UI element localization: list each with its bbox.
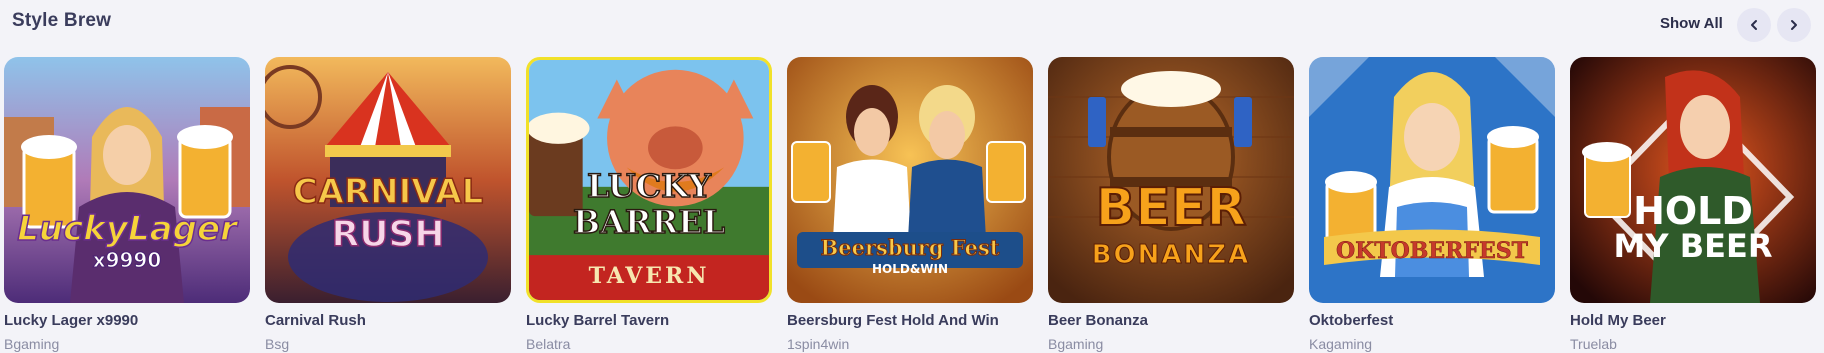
prev-button[interactable] (1737, 8, 1771, 42)
game-provider: 1spin4win (787, 336, 850, 352)
game-thumbnail[interactable]: OKTOBERFEST (1309, 57, 1555, 303)
game-card-beersburg-fest[interactable]: Beersburg Fest HOLD&WIN Beersburg Fest H… (787, 57, 1033, 352)
game-logo-text: BEER (1095, 178, 1248, 238)
game-card-lucky-barrel-tavern[interactable]: LUCKY BARREL TAVERN Lucky Barrel Tavern … (526, 57, 772, 352)
game-logo-text: CARNIVAL (292, 172, 484, 212)
game-logo-text: LUCKY (586, 167, 711, 205)
game-logo-subtext: MY BEER (1613, 227, 1773, 265)
game-logo-text: LuckyLager (16, 209, 237, 249)
game-provider: Truelab (1570, 336, 1617, 352)
game-title[interactable]: Hold My Beer (1570, 312, 1816, 329)
game-title[interactable]: Oktoberfest (1309, 312, 1555, 329)
game-provider: Bsg (265, 336, 290, 352)
game-title[interactable]: Beersburg Fest Hold And Win (787, 312, 1033, 329)
game-logo-subtext: BONANZA (1091, 240, 1251, 270)
game-title[interactable]: Lucky Lager x9990 (4, 312, 250, 329)
chevron-left-icon (1751, 20, 1757, 30)
game-thumbnail[interactable]: LuckyLager x9990 (4, 57, 250, 303)
game-thumbnail[interactable]: CARNIVAL RUSH (265, 57, 511, 303)
game-title[interactable]: Carnival Rush (265, 312, 511, 329)
section-title: Style Brew (12, 10, 112, 31)
game-provider: Bgaming (1048, 336, 1104, 352)
chevron-right-icon (1791, 20, 1797, 30)
game-provider: Belatra (526, 336, 571, 352)
game-logo-text: OKTOBERFEST (1335, 238, 1529, 264)
game-thumbnail[interactable]: BEER BONANZA (1048, 57, 1294, 303)
game-title[interactable]: Beer Bonanza (1048, 312, 1294, 329)
game-thumbnail[interactable]: HOLD MY BEER (1570, 57, 1816, 303)
game-logo-subtext-2: TAVERN (588, 263, 710, 289)
game-logo-subtext: x9990 (92, 248, 162, 272)
game-logo-text: HOLD (1633, 189, 1753, 233)
game-card-lucky-lager[interactable]: LuckyLager x9990 Lucky Lager x9990 Bgami… (4, 57, 250, 352)
game-logo-subtext: RUSH (331, 214, 446, 255)
game-card-oktoberfest[interactable]: OKTOBERFEST Oktoberfest Kagaming (1309, 57, 1555, 352)
game-thumbnail[interactable]: LUCKY BARREL TAVERN (526, 57, 772, 303)
game-logo-text: Beersburg Fest (820, 235, 1000, 260)
game-card-beer-bonanza[interactable]: BEER BONANZA Beer Bonanza Bgaming (1048, 57, 1294, 352)
next-button[interactable] (1777, 8, 1811, 42)
game-thumbnail[interactable]: Beersburg Fest HOLD&WIN (787, 57, 1033, 303)
game-provider: Bgaming (4, 336, 60, 352)
game-logo-subtext: BARREL (572, 203, 725, 241)
game-provider: Kagaming (1309, 336, 1373, 352)
game-title[interactable]: Lucky Barrel Tavern (526, 312, 772, 329)
game-logo-subtext: HOLD&WIN (871, 262, 949, 276)
game-card-carnival-rush[interactable]: CARNIVAL RUSH Carnival Rush Bsg (265, 57, 511, 352)
game-card-hold-my-beer[interactable]: HOLD MY BEER Hold My Beer Truelab (1570, 57, 1816, 352)
show-all-link[interactable]: Show All (1660, 15, 1723, 32)
